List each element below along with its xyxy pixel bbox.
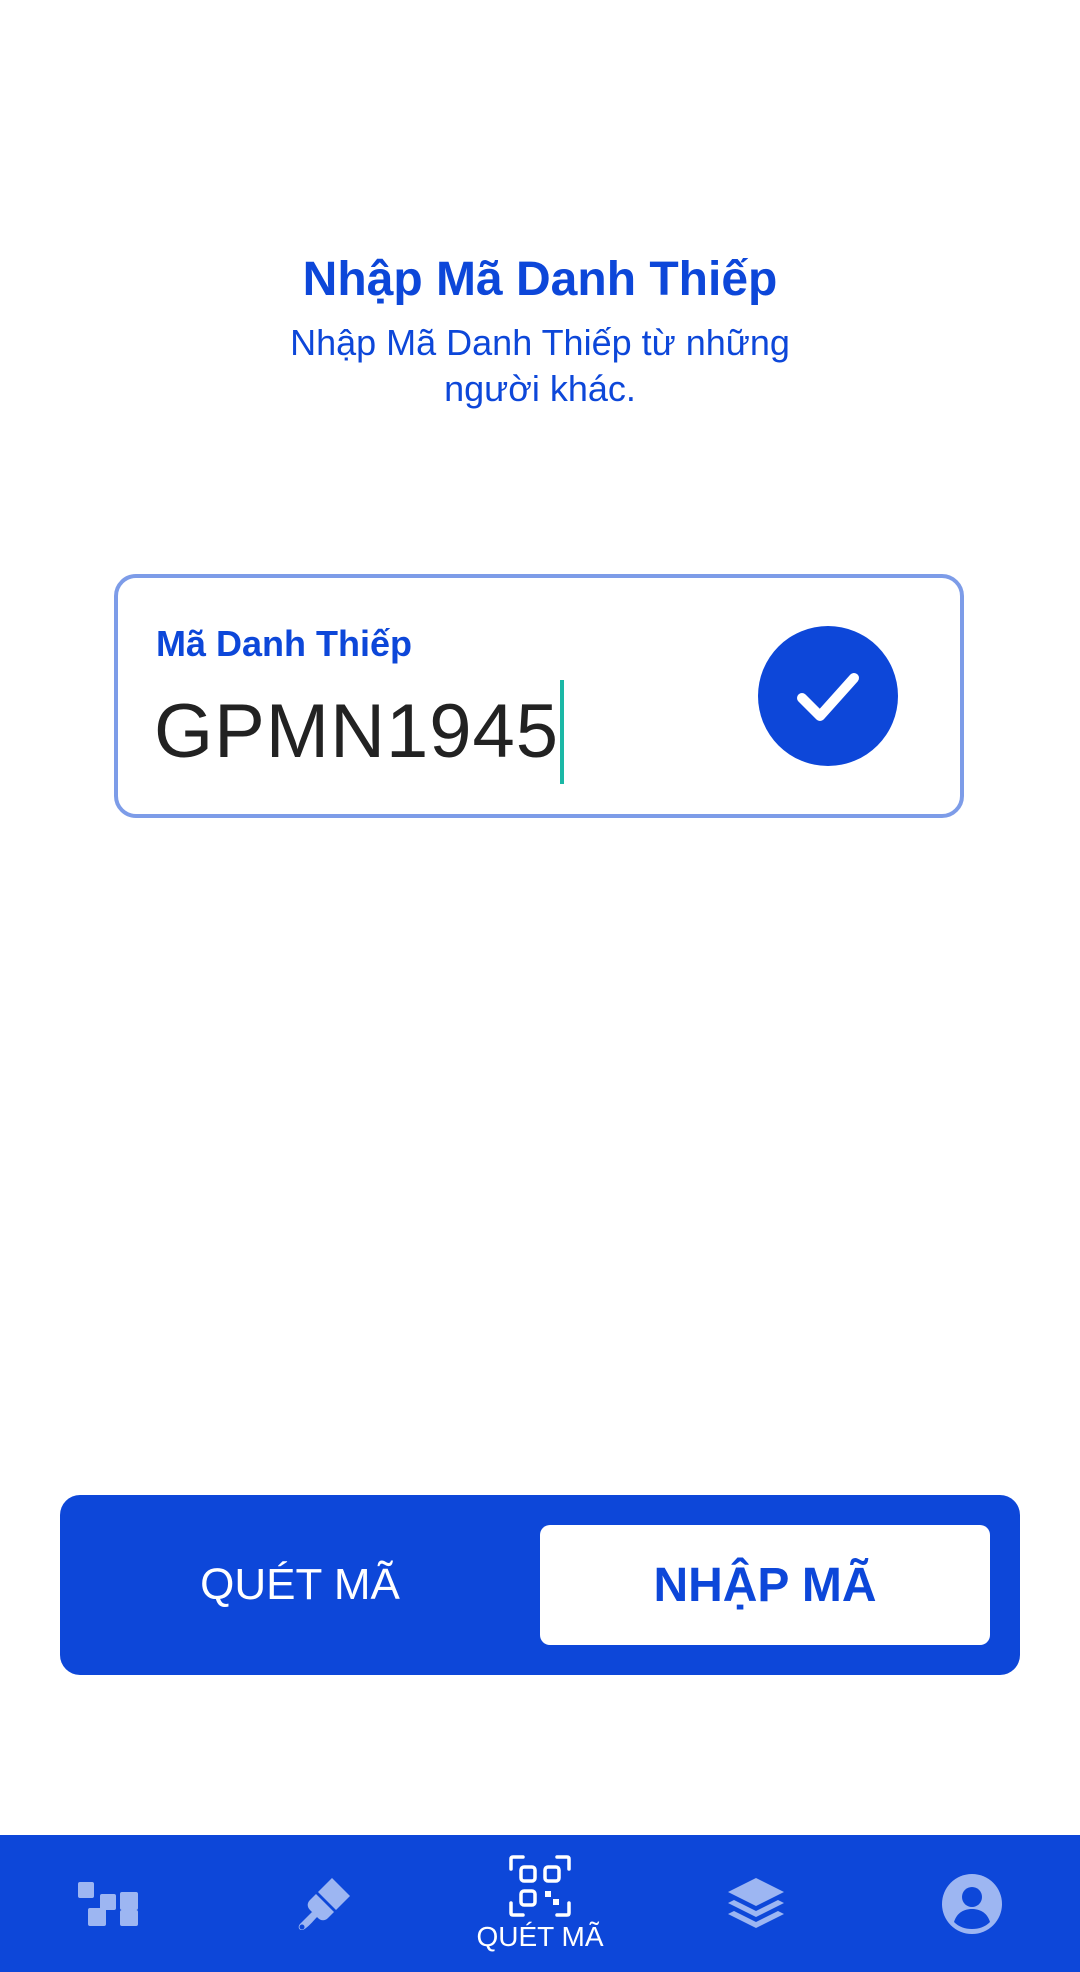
header: Nhập Mã Danh Thiếp Nhập Mã Danh Thiếp từ…: [0, 248, 1080, 412]
nav-item-account[interactable]: [864, 1835, 1080, 1972]
nav-item-scan[interactable]: QUÉT MÃ: [432, 1835, 648, 1972]
code-field-label: Mã Danh Thiếp: [156, 623, 413, 664]
nav-item-layers[interactable]: [648, 1835, 864, 1972]
tiles-icon: [78, 1881, 138, 1926]
enter-code-screen: Nhập Mã Danh Thiếp Nhập Mã Danh Thiếp từ…: [0, 0, 1080, 1972]
account-icon: [942, 1873, 1002, 1934]
layers-icon: [728, 1877, 784, 1928]
nav-item-scan-label: QUÉT MÃ: [476, 1920, 604, 1952]
confirm-code-button[interactable]: [758, 626, 898, 766]
check-icon: [797, 673, 859, 721]
code-input-value[interactable]: GPMN1945: [154, 682, 559, 782]
business-card-code-field[interactable]: Mã Danh Thiếp GPMN1945: [114, 574, 964, 818]
scan-code-tab[interactable]: QUÉT MÃ: [60, 1495, 540, 1675]
nav-item-design[interactable]: [216, 1835, 432, 1972]
bottom-navigation: QUÉT MÃ: [0, 1835, 1080, 1972]
page-subtitle: Nhập Mã Danh Thiếp từ những người khác.: [290, 322, 790, 409]
text-cursor: [560, 680, 565, 784]
brush-icon: [298, 1877, 350, 1930]
qr-code-icon: [509, 1854, 571, 1917]
page-title: Nhập Mã Danh Thiếp: [302, 253, 778, 306]
enter-code-tab[interactable]: NHẬP MÃ: [540, 1525, 990, 1645]
mode-switch: QUÉT MÃ NHẬP MÃ: [60, 1495, 1020, 1675]
nav-item-tiles[interactable]: [0, 1835, 216, 1972]
code-input[interactable]: GPMN1945: [154, 680, 565, 784]
